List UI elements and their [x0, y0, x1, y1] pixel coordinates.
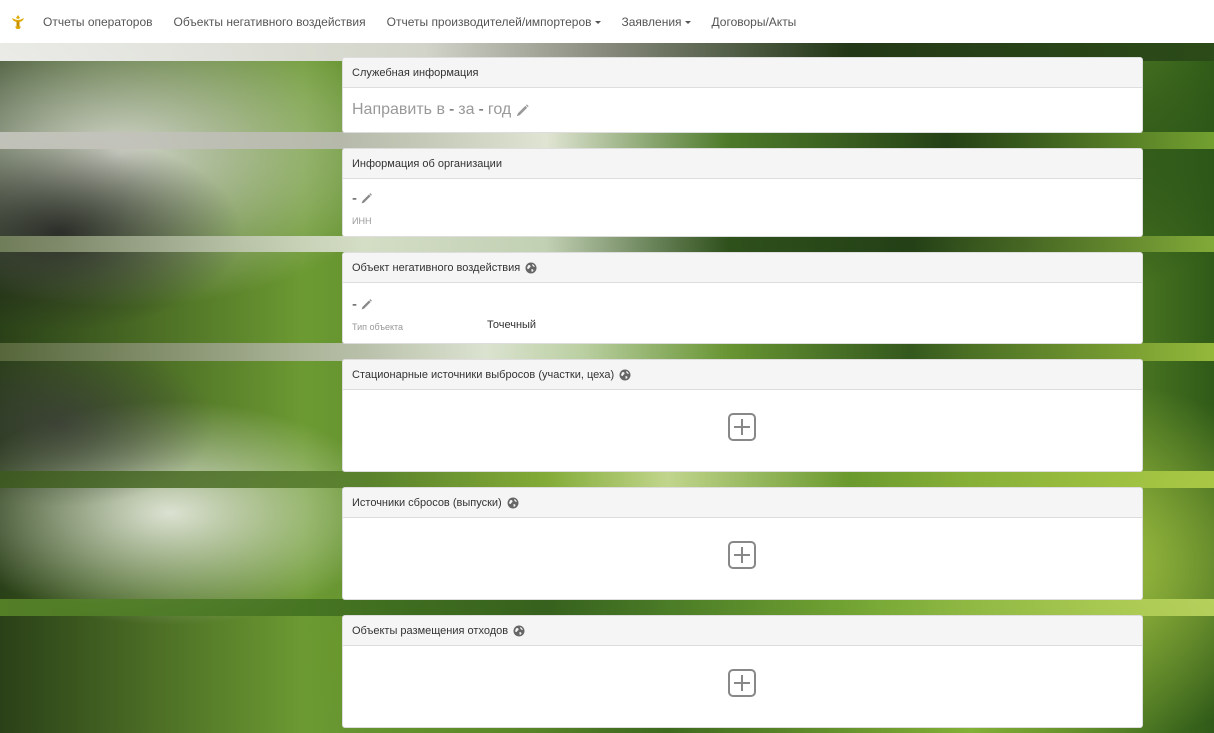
- panel-title: Объект негативного воздействия: [352, 261, 521, 274]
- pencil-icon[interactable]: [360, 192, 373, 205]
- panel-title: Служебная информация: [352, 66, 479, 79]
- globe-icon[interactable]: [619, 369, 631, 381]
- direction-prefix: Направить в: [352, 101, 445, 118]
- nav-producer-reports-dropdown[interactable]: Отчеты производителей/импортеров: [387, 15, 601, 29]
- add-discharge-source-button[interactable]: [727, 540, 757, 570]
- pencil-icon[interactable]: [515, 103, 530, 118]
- globe-icon[interactable]: [525, 262, 537, 274]
- panel-heading: Источники сбросов (выпуски): [343, 488, 1142, 518]
- nav-contracts-acts[interactable]: Договоры/Акты: [712, 15, 797, 29]
- panel-heading: Объект негативного воздействия: [343, 253, 1142, 283]
- pencil-icon[interactable]: [360, 298, 373, 311]
- nav-operator-reports[interactable]: Отчеты операторов: [43, 15, 153, 29]
- panel-heading: Информация об организации: [343, 149, 1142, 179]
- panel-title: Стационарные источники выбросов (участки…: [352, 368, 615, 381]
- panel-heading: Объекты размещения отходов: [343, 616, 1142, 646]
- nav-nvos-objects[interactable]: Объекты негативного воздействия: [174, 15, 366, 29]
- object-name: -: [352, 296, 373, 313]
- add-stationary-source-button[interactable]: [727, 412, 757, 442]
- object-type-label: Тип объекта: [352, 322, 404, 332]
- caret-down-icon: [594, 20, 601, 24]
- globe-icon[interactable]: [513, 625, 525, 637]
- service-info-panel: Служебная информация Направить в - за - …: [342, 57, 1143, 133]
- inn-label: ИНН: [352, 216, 372, 226]
- emblem-icon[interactable]: [10, 14, 26, 30]
- object-type-value: Точечный: [487, 319, 537, 331]
- nvos-object-panel: Объект негативного воздействия - Тип объ…: [342, 252, 1143, 344]
- discharge-sources-panel: Источники сбросов (выпуски): [342, 487, 1143, 600]
- panel-title: Источники сбросов (выпуски): [352, 496, 502, 509]
- add-waste-site-button[interactable]: [727, 668, 757, 698]
- stationary-sources-panel: Стационарные источники выбросов (участки…: [342, 359, 1143, 472]
- panel-heading: Стационарные источники выбросов (участки…: [343, 360, 1142, 390]
- panel-title: Объекты размещения отходов: [352, 624, 509, 637]
- panel-heading: Служебная информация: [343, 58, 1142, 88]
- service-direction-line: Направить в - за - год: [352, 101, 530, 119]
- top-navbar: Отчеты операторов Объекты негативного во…: [0, 0, 1214, 43]
- organization-info-panel: Информация об организации - ИНН: [342, 148, 1143, 237]
- caret-down-icon: [684, 20, 691, 24]
- panel-title: Информация об организации: [352, 157, 502, 170]
- nav-applications-dropdown[interactable]: Заявления: [622, 15, 691, 29]
- waste-sites-panel: Объекты размещения отходов: [342, 615, 1143, 728]
- globe-icon[interactable]: [507, 497, 519, 509]
- organization-name: -: [352, 190, 373, 207]
